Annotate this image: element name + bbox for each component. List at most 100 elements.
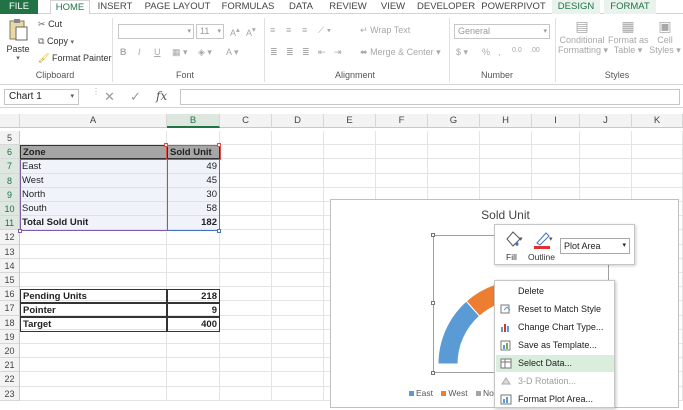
grid-cell[interactable] [272,273,324,288]
zone-cell[interactable]: South [20,202,167,217]
font-color-button[interactable]: A ▾ [226,47,239,58]
plot-handle[interactable] [431,371,435,375]
chart-title[interactable]: Sold Unit [331,208,680,222]
gauge-segment-east[interactable] [437,300,481,365]
formula-input[interactable] [180,89,680,105]
grid-cell[interactable] [272,301,324,316]
column-header-k[interactable]: K [632,114,683,128]
grid-cell[interactable] [272,386,324,401]
grid-cell[interactable] [220,329,272,344]
increase-indent-button[interactable]: ⇥ [334,47,342,58]
grid-cell[interactable] [272,216,324,231]
grid-cell[interactable] [272,230,324,245]
grid-cell[interactable] [20,131,167,146]
row-header[interactable]: 21 [0,358,20,373]
row-header[interactable]: 11 [0,216,20,231]
align-right-button[interactable]: ≣ [302,47,310,58]
grid-cell[interactable] [272,315,324,330]
copy-button[interactable]: ⧉ Copy ▾ [38,36,74,47]
tab-home[interactable]: HOME [50,0,90,15]
tab-design[interactable]: DESIGN [552,0,600,14]
grid-cell[interactable] [480,159,532,174]
align-middle-button[interactable]: ≡ [286,25,291,35]
grid-cell[interactable] [220,187,272,202]
number-format-combo[interactable]: General ▾ [454,24,550,39]
menu-item-change-chart-type[interactable]: Change Chart Type... [496,319,614,336]
column-header-a[interactable]: A [20,114,167,128]
grid-cell[interactable] [220,301,272,316]
plot-handle[interactable] [431,301,435,305]
percent-button[interactable]: % [482,47,490,57]
tab-data[interactable]: DATA [283,0,319,14]
grid-cell[interactable] [272,244,324,259]
grid-cell[interactable] [580,173,632,188]
enter-check-icon[interactable]: ✓ [130,89,141,105]
grid-cell[interactable] [532,145,580,160]
row-header[interactable]: 17 [0,301,20,316]
grid-cell[interactable] [220,315,272,330]
grid-cell[interactable] [220,173,272,188]
target-value[interactable]: 400 [167,317,220,332]
row-header[interactable]: 5 [0,131,20,146]
grid-cell[interactable] [272,372,324,387]
table-header-zone[interactable]: Zone [20,145,167,160]
grid-cell[interactable] [580,159,632,174]
grid-cell[interactable] [480,131,532,146]
grid-cell[interactable] [220,159,272,174]
total-label-cell[interactable]: Total Sold Unit [20,216,167,231]
bold-button[interactable]: B [120,47,127,57]
grid-cell[interactable] [167,372,220,387]
grid-cell[interactable] [167,329,220,344]
grid-cell[interactable] [632,173,683,188]
grid-cell[interactable] [428,159,480,174]
grid-cell[interactable] [632,131,683,146]
tab-format[interactable]: FORMAT [604,0,656,14]
fill-color-button[interactable]: ◈ ▾ [198,47,212,58]
table-header-sold-unit[interactable]: Sold Unit [167,145,220,160]
column-header-g[interactable]: G [428,114,480,128]
column-header-c[interactable]: C [220,114,272,128]
grid-cell[interactable] [632,159,683,174]
grid-cell[interactable] [220,202,272,217]
fill-chevron-icon[interactable]: ▾ [519,235,523,243]
grid-cell[interactable] [532,173,580,188]
grid-cell[interactable] [20,358,167,373]
pending-units-label[interactable]: Pending Units [20,289,167,304]
grid-cell[interactable] [220,287,272,302]
increase-decimal-button[interactable]: 0.0 [512,47,522,54]
grid-cell[interactable] [220,131,272,146]
grid-cell[interactable] [480,173,532,188]
menu-item-3d-rotation[interactable]: 3-D Rotation... [496,373,614,390]
zone-cell[interactable]: East [20,159,167,174]
grid-cell[interactable] [376,131,428,146]
grid-cell[interactable] [167,344,220,359]
column-header-d[interactable]: D [272,114,324,128]
tab-review[interactable]: REVIEW [326,0,370,14]
paste-button[interactable]: Paste ▾ [6,18,30,62]
grid-cell[interactable] [272,145,324,160]
grid-cell[interactable] [20,329,167,344]
cell-styles-button[interactable]: ▣ Cell Styles ▾ [649,18,681,56]
grid-cell[interactable] [167,386,220,401]
outline-chevron-icon[interactable]: ▾ [549,235,553,243]
column-header-e[interactable]: E [324,114,376,128]
pointer-value[interactable]: 9 [167,303,220,318]
menu-item-save-template[interactable]: Save as Template... [496,337,614,354]
grid-cell[interactable] [20,258,167,273]
zone-cell[interactable]: West [20,173,167,188]
wrap-text-button[interactable]: ↵ Wrap Text [360,25,410,36]
range-handle[interactable] [217,143,221,147]
column-header-f[interactable]: F [376,114,428,128]
grid-cell[interactable] [167,358,220,373]
grid-cell[interactable] [532,131,580,146]
chart-element-dropdown[interactable]: Plot Area ▾ [560,238,630,254]
orientation-button[interactable]: ⟋ ▾ [318,25,331,36]
grid-cell[interactable] [220,216,272,231]
grid-cell[interactable] [220,244,272,259]
plot-handle[interactable] [431,233,435,237]
sold-unit-cell[interactable]: 30 [167,187,220,203]
grid-cell[interactable] [272,173,324,188]
name-box[interactable]: Chart 1 ▾ [4,89,79,105]
shrink-font-button[interactable]: A▾ [246,25,256,38]
row-header[interactable]: 18 [0,315,20,330]
